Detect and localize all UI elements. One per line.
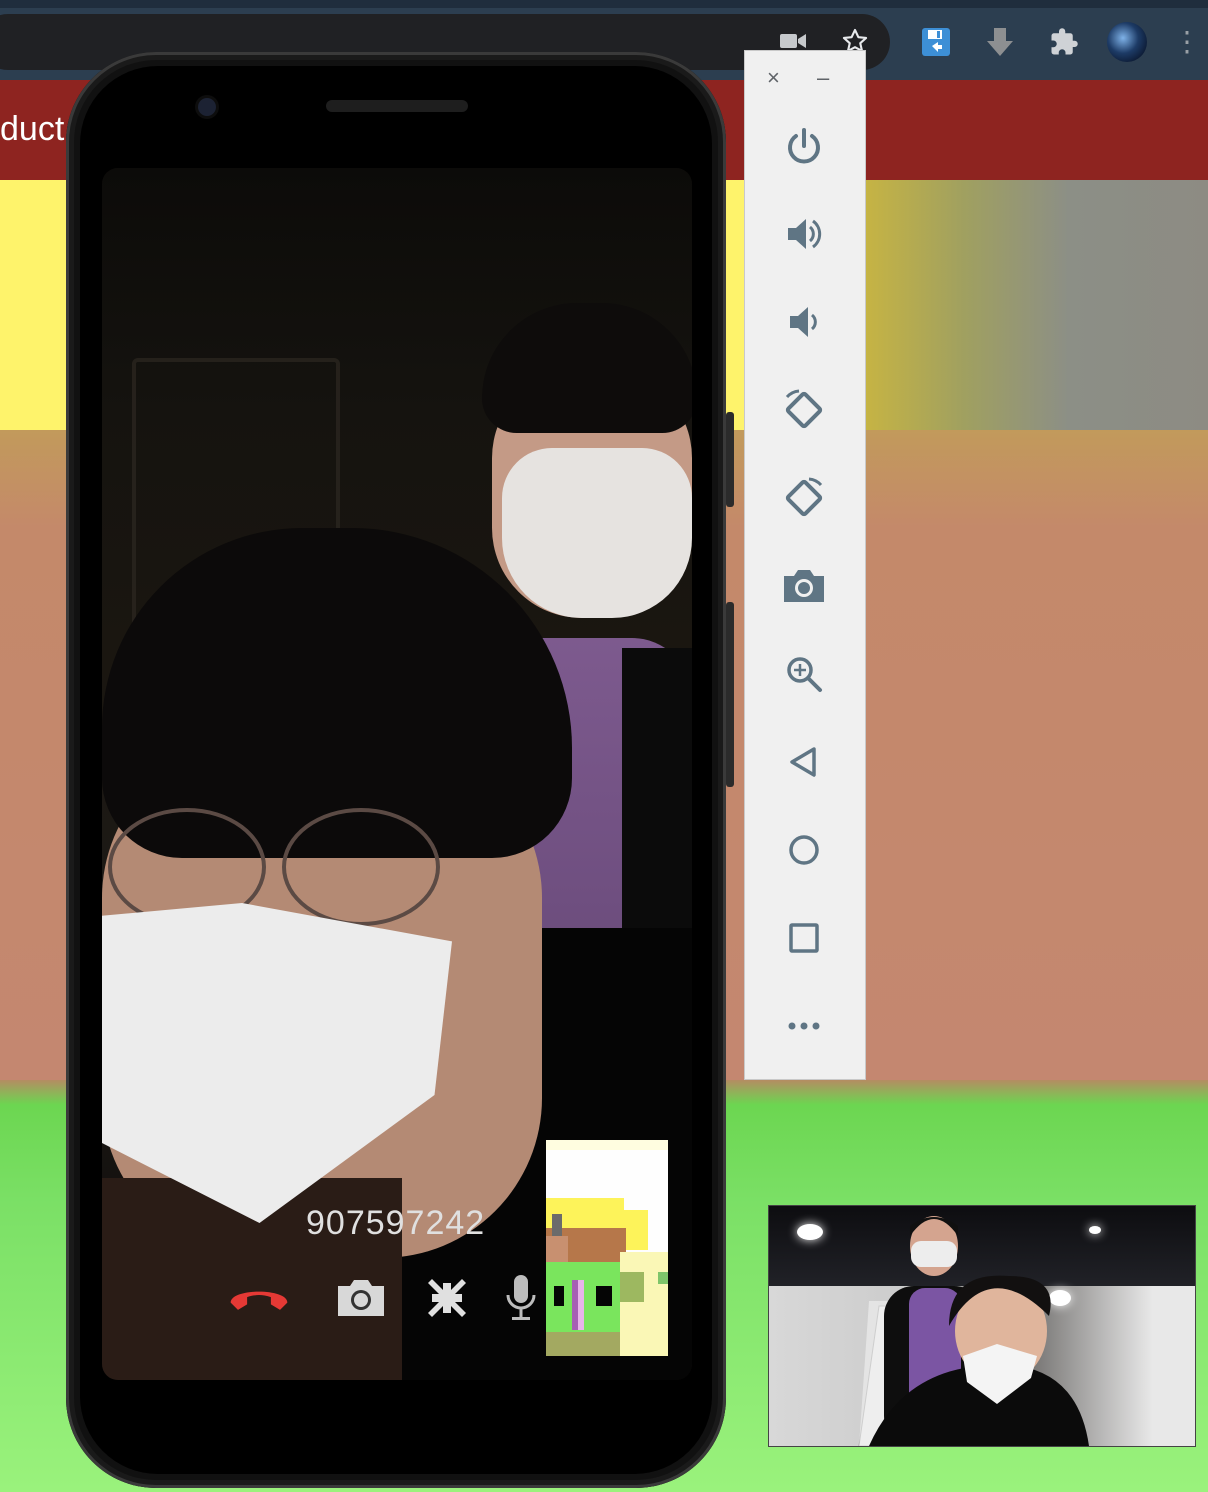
end-call-icon[interactable] — [227, 1268, 291, 1328]
more-options-icon[interactable]: ⋮ — [1172, 22, 1202, 62]
microphone-icon[interactable] — [489, 1268, 553, 1328]
power-icon[interactable] — [775, 117, 833, 175]
zoom-icon[interactable] — [775, 645, 833, 703]
local-webcam-preview[interactable] — [768, 1205, 1196, 1447]
remote-person-mask — [502, 448, 692, 618]
puzzle-extension-icon[interactable] — [1044, 22, 1084, 62]
back-icon[interactable] — [775, 733, 833, 791]
volume-up-icon[interactable] — [775, 205, 833, 263]
call-controls-bar — [227, 1268, 547, 1328]
self-view-thumbnail[interactable] — [546, 1140, 668, 1356]
webcam-people — [858, 1216, 1089, 1446]
emulator-toolbar: × – — [744, 50, 866, 1080]
save-extension-icon[interactable] — [916, 22, 956, 62]
window-top-strip — [0, 0, 1208, 8]
device-volume-key[interactable] — [726, 412, 734, 507]
self-view-pixelated-image — [546, 1140, 668, 1356]
video-call-screen[interactable]: 907597242 — [102, 168, 692, 1380]
profile-avatar[interactable] — [1107, 22, 1147, 62]
volume-down-icon[interactable] — [775, 293, 833, 351]
caller-id-label: 907597242 — [306, 1204, 486, 1242]
glasses-right-lens — [282, 808, 440, 926]
home-icon[interactable] — [775, 821, 833, 879]
toolbar-minimize-button[interactable]: – — [817, 65, 843, 93]
toolbar-close-button[interactable]: × — [767, 65, 793, 93]
site-title: duct — [0, 110, 65, 148]
more-icon[interactable] — [775, 997, 833, 1055]
rotate-left-icon[interactable] — [775, 381, 833, 439]
camera-icon[interactable] — [329, 1268, 393, 1328]
minimize-screen-icon[interactable] — [415, 1268, 479, 1328]
rotate-right-icon[interactable] — [775, 469, 833, 527]
overview-icon[interactable] — [775, 909, 833, 967]
screenshot-camera-icon[interactable] — [775, 557, 833, 615]
download-icon[interactable] — [980, 22, 1020, 62]
front-camera — [198, 98, 216, 116]
earpiece-speaker — [326, 100, 468, 112]
device-power-key[interactable] — [726, 602, 734, 787]
